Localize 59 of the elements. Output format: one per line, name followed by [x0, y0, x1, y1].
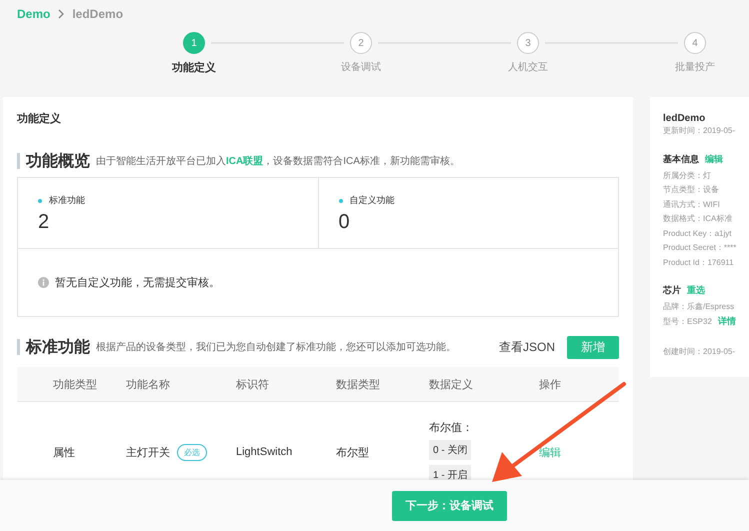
section-heading: 功能概览 [26, 152, 90, 172]
info-action-link[interactable]: 重选 [687, 284, 705, 297]
column-header: 数据类型 [336, 378, 381, 392]
column-header: 数据定义 [429, 378, 474, 392]
card-title: 功能定义 [17, 112, 62, 127]
info-field: 型号：ESP32 [663, 314, 712, 329]
step-number: 4 [684, 32, 706, 54]
section-note: 根据产品的设备类型，我们已为您自动创建了标准功能，您还可以添加可选功能。 [96, 340, 456, 354]
ica-link[interactable]: ICA联盟 [226, 156, 264, 167]
step-number: 1 [183, 32, 205, 54]
info-field: 数据格式：ICA标准 [663, 212, 749, 226]
definition-label: 布尔值： [429, 420, 473, 434]
info-field: 节点类型：设备 [663, 183, 749, 198]
step-label: 功能定义 [172, 60, 216, 75]
info-field: 创建时间：2019-05- [663, 345, 749, 360]
edit-link[interactable]: 编辑 [539, 444, 619, 460]
info-field: 品牌：乐鑫/Espress [663, 300, 749, 314]
table-cell-text: 属性 [53, 446, 76, 460]
stat-label: 标准功能 [49, 194, 85, 207]
info-field: 通讯方式：WIFI [663, 198, 749, 212]
step-number: 2 [350, 32, 372, 54]
info-action-link[interactable]: 编辑 [705, 152, 723, 166]
details-link[interactable]: 详情 [718, 315, 736, 328]
step-number: 3 [517, 32, 539, 54]
info-field: Product Id：176911 [663, 256, 749, 270]
info-field: Product Key：a1jyt [663, 226, 749, 241]
info-field: 所属分类：灯 [663, 168, 749, 183]
info-field: 更新时间：2019-05- [663, 124, 749, 138]
column-header: 标识符 [236, 378, 270, 392]
view-json-link[interactable]: 查看JSON [498, 338, 555, 356]
stat-value: 0 [338, 211, 351, 234]
stat-value: 2 [38, 211, 50, 234]
column-header: 功能名称 [126, 378, 171, 392]
product-name: ledDemo [663, 113, 706, 124]
step-label: 设备调试 [341, 60, 381, 74]
step-label: 人机交互 [508, 60, 548, 74]
section-note: 由于智能生活开放平台已加入ICA联盟，设备数据需符合ICA标准，新功能需审核。 [96, 154, 460, 168]
table-cell-text: 布尔型 [336, 446, 370, 460]
value-chip: 0 - 关闭 [429, 440, 472, 460]
info-heading: 芯片 [663, 284, 681, 297]
next-step-button[interactable]: 下一步：设备调试 [392, 490, 507, 520]
info-field: Product Secret：**** [663, 241, 749, 256]
section-heading: 标准功能 [26, 338, 90, 358]
add-button[interactable]: 新增 [567, 336, 619, 358]
column-header: 功能类型 [53, 378, 98, 392]
bullet-dot [38, 198, 42, 202]
table-cell-text: 主灯开关 [126, 446, 170, 460]
required-tag: 必选 [177, 444, 207, 460]
chevron-icon [58, 9, 64, 19]
breadcrumb-link[interactable]: Demo [17, 7, 50, 21]
column-header: 操作 [539, 378, 562, 392]
bullet-dot [338, 198, 342, 202]
empty-message: 暂无自定义功能，无需提交审核。 [55, 276, 220, 290]
breadcrumb-current: ledDemo [72, 7, 124, 21]
stat-label: 自定义功能 [350, 194, 394, 207]
info-heading: 基本信息 [663, 152, 699, 166]
step-label: 批量投产 [675, 60, 715, 74]
table-cell-text: LightSwitch [236, 446, 294, 458]
info-icon [38, 277, 49, 288]
